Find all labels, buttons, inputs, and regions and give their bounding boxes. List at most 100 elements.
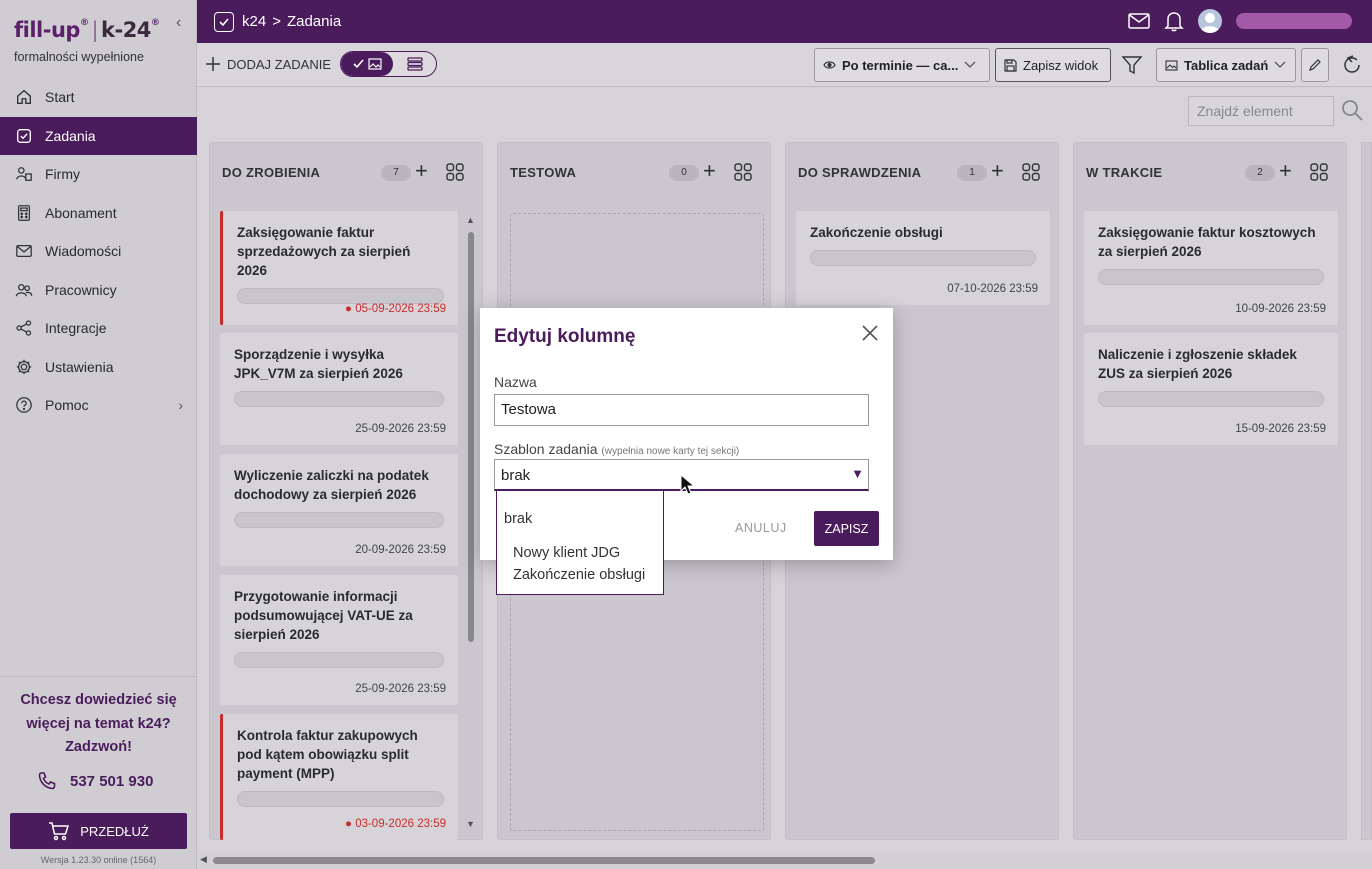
phone-contact[interactable]: 537 501 930 <box>36 770 153 792</box>
promo-line: więcej na temat k24? <box>26 715 171 732</box>
floppy-icon <box>1004 58 1017 72</box>
card-client-placeholder <box>237 791 444 807</box>
column-title: W TRAKCIE <box>1086 165 1163 180</box>
filter-icon[interactable] <box>1119 52 1145 78</box>
task-card[interactable]: Sporządzenie i wysyłka JPK_V7M za sierpie… <box>220 333 458 445</box>
board-view-toggle[interactable] <box>341 52 393 76</box>
chevron-down-icon <box>964 61 976 68</box>
renew-button[interactable]: PRZEDŁUŻ <box>10 813 187 849</box>
card-title: Naliczenie i zgłoszenie składek ZUS za si… <box>1098 347 1297 381</box>
task-card[interactable]: Wyliczenie zaliczki na podatek dochodowy … <box>220 454 458 566</box>
user-name-redacted[interactable] <box>1236 13 1352 29</box>
mail-icon[interactable] <box>1128 12 1150 30</box>
add-card-icon[interactable]: + <box>415 160 428 182</box>
card-due-date: 15-09-2026 23:59 <box>1235 423 1326 435</box>
card-client-placeholder <box>234 391 444 407</box>
task-card[interactable]: Naliczenie i zgłoszenie składek ZUS za si… <box>1084 333 1338 445</box>
dropdown-option[interactable]: Zakończenie obsługi <box>513 567 645 583</box>
close-icon[interactable] <box>861 322 879 348</box>
add-card-icon[interactable]: + <box>991 160 1004 182</box>
card-due-date: 07-10-2026 23:59 <box>947 283 1038 295</box>
column-settings-icon[interactable] <box>1021 162 1041 182</box>
sidebar-item-label: Wiadomości <box>45 243 122 260</box>
add-card-icon[interactable]: + <box>1279 160 1292 182</box>
sidebar-item-zadania[interactable]: Zadania <box>0 116 197 155</box>
card-due-date: ● 05-09-2026 23:59 <box>345 303 446 315</box>
sidebar-item-abonament[interactable]: Abonament <box>0 194 197 233</box>
card-client-placeholder <box>234 652 444 668</box>
scroll-down-arrow[interactable]: ▼ <box>466 819 475 829</box>
column-count-badge: 1 <box>957 165 987 181</box>
sidebar-item-label: Pracownicy <box>45 281 117 298</box>
list-view-toggle[interactable] <box>393 52 436 76</box>
mail-icon <box>14 241 34 261</box>
breadcrumb-separator: > <box>272 13 281 30</box>
collapse-sidebar-icon[interactable]: ‹ <box>176 14 181 32</box>
sidebar-nav: Start Zadania Firmy Abonament Wiadomości… <box>0 78 197 425</box>
add-card-icon[interactable]: + <box>703 160 716 182</box>
card-title: Kontrola faktur zakupowych pod kątem obow… <box>237 728 418 781</box>
sidebar-item-integracje[interactable]: Integracje <box>0 309 197 348</box>
eye-icon <box>823 61 836 69</box>
home-icon <box>14 87 34 107</box>
refresh-icon[interactable] <box>1339 52 1365 78</box>
cancel-button[interactable]: ANULUJ <box>735 521 787 535</box>
task-card[interactable]: Przygotowanie informacji podsumowującej V… <box>220 575 458 705</box>
gear-icon <box>14 357 34 377</box>
scroll-up-arrow[interactable]: ▲ <box>466 215 475 225</box>
mouse-cursor-icon <box>680 474 696 495</box>
breadcrumb-root[interactable]: k24 <box>242 13 266 30</box>
logo[interactable]: fill-up® | k-24® <box>14 18 160 42</box>
sidebar-item-pomoc[interactable]: Pomoc › <box>0 386 197 425</box>
card-client-placeholder <box>234 512 444 528</box>
save-button[interactable]: ZAPISZ <box>814 511 879 546</box>
horizontal-scrollbar[interactable] <box>213 857 875 864</box>
column-count-badge: 7 <box>381 165 411 181</box>
topbar: k24 > Zadania <box>197 0 1372 43</box>
promo-line: Zadzwoń! <box>65 739 132 755</box>
card-due-date: 10-09-2026 23:59 <box>1235 303 1326 315</box>
sidebar-item-ustawienia[interactable]: Ustawienia <box>0 348 197 387</box>
sort-dropdown[interactable]: Po terminie — ca... <box>814 48 990 82</box>
sidebar-item-label: Firmy <box>45 166 80 183</box>
phone-icon <box>38 772 56 790</box>
help-icon <box>14 395 34 415</box>
chevron-right-icon: › <box>178 397 183 413</box>
sidebar-item-start[interactable]: Start <box>0 78 197 117</box>
column-settings-icon[interactable] <box>733 162 753 182</box>
sidebar-item-label: Integracje <box>45 320 107 337</box>
edit-board-button[interactable] <box>1301 48 1329 82</box>
task-card[interactable]: Kontrola faktur zakupowych pod kątem obow… <box>220 714 458 840</box>
check-square-icon <box>214 11 234 32</box>
board-selector-dropdown[interactable]: Tablica zadań <box>1156 48 1296 82</box>
image-icon <box>367 58 382 70</box>
column-count-badge: 0 <box>669 165 699 181</box>
task-card[interactable]: Zakończenie obsługi 07-10-2026 23:59 <box>796 211 1050 305</box>
sidebar-item-label: Start <box>45 89 75 106</box>
task-card[interactable]: Zaksięgowanie faktur sprzedażowych za sie… <box>220 211 458 325</box>
scroll-left-arrow[interactable]: ◀ <box>200 854 207 865</box>
dropdown-option[interactable]: brak <box>504 511 532 527</box>
share-icon <box>14 318 34 338</box>
column-name-input[interactable]: Testowa <box>494 394 869 426</box>
sidebar-item-label: Ustawienia <box>45 358 114 375</box>
search-input[interactable]: Znajdź element <box>1188 96 1334 126</box>
column-scrollbar[interactable] <box>468 232 474 642</box>
avatar[interactable] <box>1198 9 1222 33</box>
sidebar-item-firmy[interactable]: Firmy <box>0 155 197 194</box>
chevron-down-icon <box>1274 61 1286 68</box>
view-toggle[interactable] <box>340 51 437 77</box>
search-icon[interactable] <box>1340 98 1364 127</box>
sidebar-item-pracownicy[interactable]: Pracownicy <box>0 271 197 310</box>
column-settings-icon[interactable] <box>1309 162 1329 182</box>
add-task-button[interactable]: DODAJ ZADANIE <box>205 56 331 72</box>
bell-icon[interactable] <box>1164 10 1184 32</box>
column-settings-icon[interactable] <box>445 162 465 182</box>
dropdown-option[interactable]: Nowy klient JDG <box>513 545 620 561</box>
sidebar-item-wiadomosci[interactable]: Wiadomości <box>0 232 197 271</box>
sidebar-item-label: Zadania <box>45 127 96 144</box>
card-due-date: ● 03-09-2026 23:59 <box>345 818 446 830</box>
template-hint: (wypełnia nowe karty tej sekcji) <box>601 446 740 457</box>
save-view-button[interactable]: Zapisz widok <box>995 48 1111 82</box>
task-card[interactable]: Zaksięgowanie faktur kosztowych za sierpi… <box>1084 211 1338 325</box>
